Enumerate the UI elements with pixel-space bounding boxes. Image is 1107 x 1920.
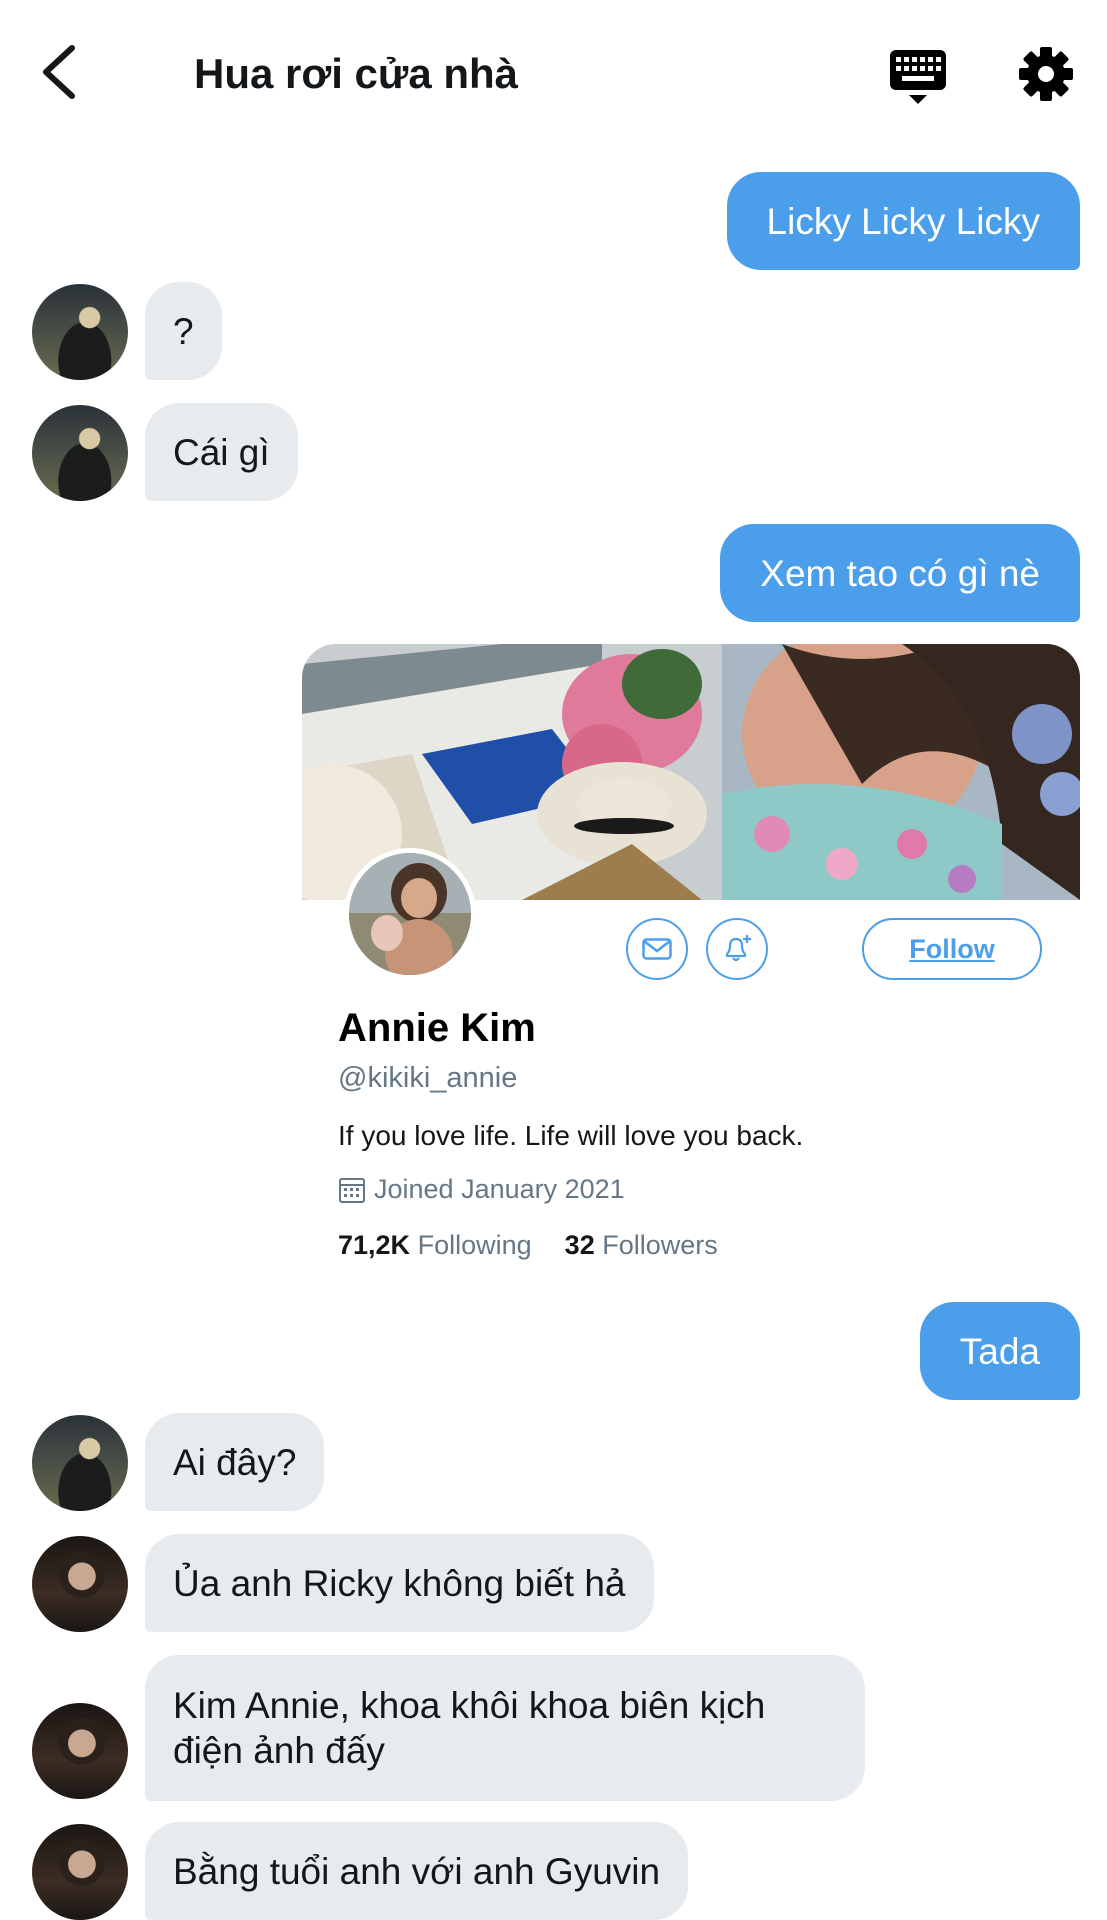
back-arrow-icon[interactable] bbox=[36, 42, 86, 102]
profile-name: Annie Kim bbox=[338, 1006, 536, 1050]
profile-bio: If you love life. Life will love you bac… bbox=[338, 1120, 804, 1151]
profile-stats: 71,2K Following 32 Followers bbox=[338, 1230, 718, 1261]
joined-text: Joined January 2021 bbox=[374, 1174, 625, 1204]
following-label[interactable]: Following bbox=[418, 1230, 532, 1260]
calendar-icon bbox=[339, 1177, 365, 1203]
notify-button[interactable] bbox=[706, 918, 768, 980]
bell-plus-icon bbox=[725, 935, 751, 962]
message-button[interactable] bbox=[626, 918, 688, 980]
incoming-message[interactable]: Cái gì bbox=[145, 403, 298, 501]
profile-avatar-image bbox=[349, 853, 471, 975]
avatar[interactable] bbox=[32, 1415, 128, 1511]
outgoing-message[interactable]: Xem tao có gì nè bbox=[720, 524, 1080, 622]
conversation-header: Hua rơi cửa nhà bbox=[0, 0, 1107, 150]
profile-handle: @kikiki_annie bbox=[338, 1062, 518, 1094]
envelope-icon bbox=[642, 938, 672, 960]
incoming-message[interactable]: ? bbox=[145, 282, 222, 380]
incoming-message[interactable]: Ủa anh Ricky không biết hả bbox=[145, 1534, 654, 1632]
avatar[interactable] bbox=[32, 1536, 128, 1632]
conversation-title: Hua rơi cửa nhà bbox=[194, 50, 519, 97]
profile-joined-date: Joined January 2021 bbox=[338, 1174, 625, 1205]
outgoing-message[interactable]: Tada bbox=[919, 1302, 1080, 1400]
incoming-message[interactable]: Kim Annie, khoa khôi khoa biên kịch điện… bbox=[145, 1655, 865, 1801]
profile-avatar[interactable] bbox=[344, 848, 476, 980]
outgoing-message[interactable]: Licky Licky Licky bbox=[726, 172, 1080, 270]
following-count[interactable]: 71,2K bbox=[338, 1230, 410, 1260]
followers-count[interactable]: 32 bbox=[565, 1230, 595, 1260]
follow-button[interactable]: Follow bbox=[862, 918, 1042, 980]
avatar[interactable] bbox=[32, 405, 128, 501]
followers-label[interactable]: Followers bbox=[602, 1230, 718, 1260]
incoming-message[interactable]: Ai đây? bbox=[145, 1413, 325, 1511]
shared-profile-card[interactable]: Follow Annie Kim @kikiki_annie If you lo… bbox=[302, 644, 1080, 1276]
incoming-message[interactable]: Bằng tuổi anh với anh Gyuvin bbox=[145, 1822, 689, 1920]
gear-icon[interactable] bbox=[1018, 46, 1074, 102]
avatar[interactable] bbox=[32, 1703, 128, 1799]
avatar[interactable] bbox=[32, 284, 128, 380]
keyboard-icon[interactable] bbox=[888, 48, 948, 106]
avatar[interactable] bbox=[32, 1824, 128, 1920]
